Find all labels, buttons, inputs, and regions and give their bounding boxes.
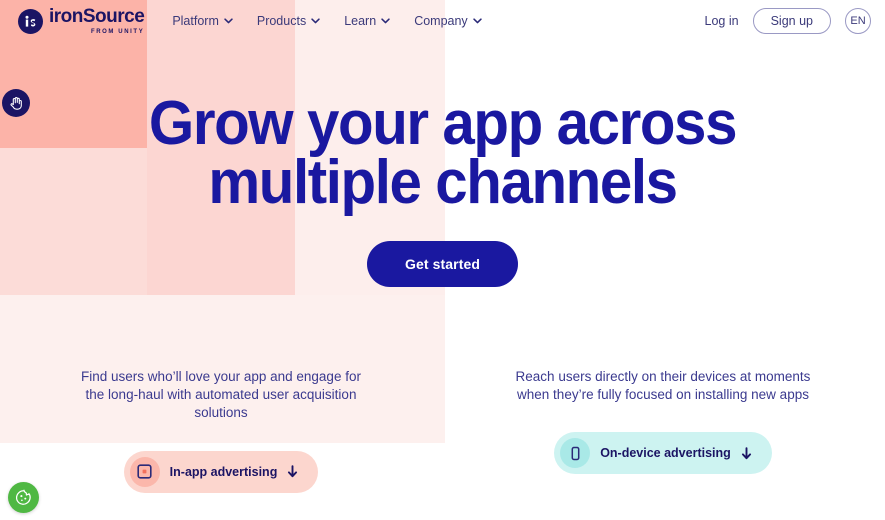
chevron-down-icon <box>311 18 320 24</box>
feature-description: Reach users directly on their devices at… <box>515 369 811 403</box>
cta-container: Get started <box>0 240 885 287</box>
hero-section: Grow your app across multiple channels G… <box>0 93 885 287</box>
language-selector-button[interactable]: EN <box>845 8 871 34</box>
headline-line-2: multiple channels <box>208 147 678 217</box>
pill-label: On-device advertising <box>600 446 731 461</box>
login-link[interactable]: Log in <box>705 14 739 28</box>
header-actions: Log in Sign up EN <box>705 8 871 34</box>
feature-description: Find users who’ll love your app and enga… <box>81 369 361 421</box>
chevron-down-icon <box>472 18 482 24</box>
mobile-phone-icon <box>560 438 591 469</box>
logo-subtitle: FROM UNITY <box>90 29 145 35</box>
arrow-down-icon <box>741 447 751 460</box>
hand-pointer-icon[interactable] <box>2 89 30 117</box>
nav-item-company[interactable]: Company <box>414 14 482 28</box>
nav-item-platform[interactable]: Platform <box>172 14 233 28</box>
nav-item-label: Company <box>414 14 468 28</box>
feature-columns: Find users who’ll love your app and enga… <box>0 368 885 493</box>
feature-column-in-app: Find users who’ll love your app and enga… <box>0 368 442 493</box>
nav-item-label: Learn <box>344 14 377 28</box>
logo-wordmark: ironSource <box>49 6 145 27</box>
square-ad-icon <box>129 456 160 487</box>
arrow-down-icon <box>288 465 298 478</box>
nav-item-products[interactable]: Products <box>257 14 320 28</box>
signup-button[interactable]: Sign up <box>752 8 831 34</box>
chevron-down-icon <box>381 18 390 24</box>
main-navigation: Platform Products Learn Company <box>172 14 482 28</box>
nav-item-label: Products <box>256 14 307 28</box>
cookie-icon[interactable] <box>8 482 39 513</box>
in-app-advertising-pill[interactable]: In-app advertising <box>123 450 319 493</box>
on-device-advertising-pill[interactable]: On-device advertising <box>554 432 772 475</box>
nav-item-label: Platform <box>172 14 219 28</box>
page-title: Grow your app across multiple channels <box>27 93 859 214</box>
feature-column-on-device: Reach users directly on their devices at… <box>442 368 884 493</box>
is-monogram-icon <box>18 8 43 34</box>
site-header: ironSource FROM UNITY Platform Products … <box>0 0 885 42</box>
chevron-down-icon <box>224 18 233 24</box>
nav-item-learn[interactable]: Learn <box>344 14 390 28</box>
get-started-button[interactable]: Get started <box>366 240 518 287</box>
pill-label: In-app advertising <box>169 464 278 479</box>
logo[interactable]: ironSource FROM UNITY <box>18 6 145 35</box>
